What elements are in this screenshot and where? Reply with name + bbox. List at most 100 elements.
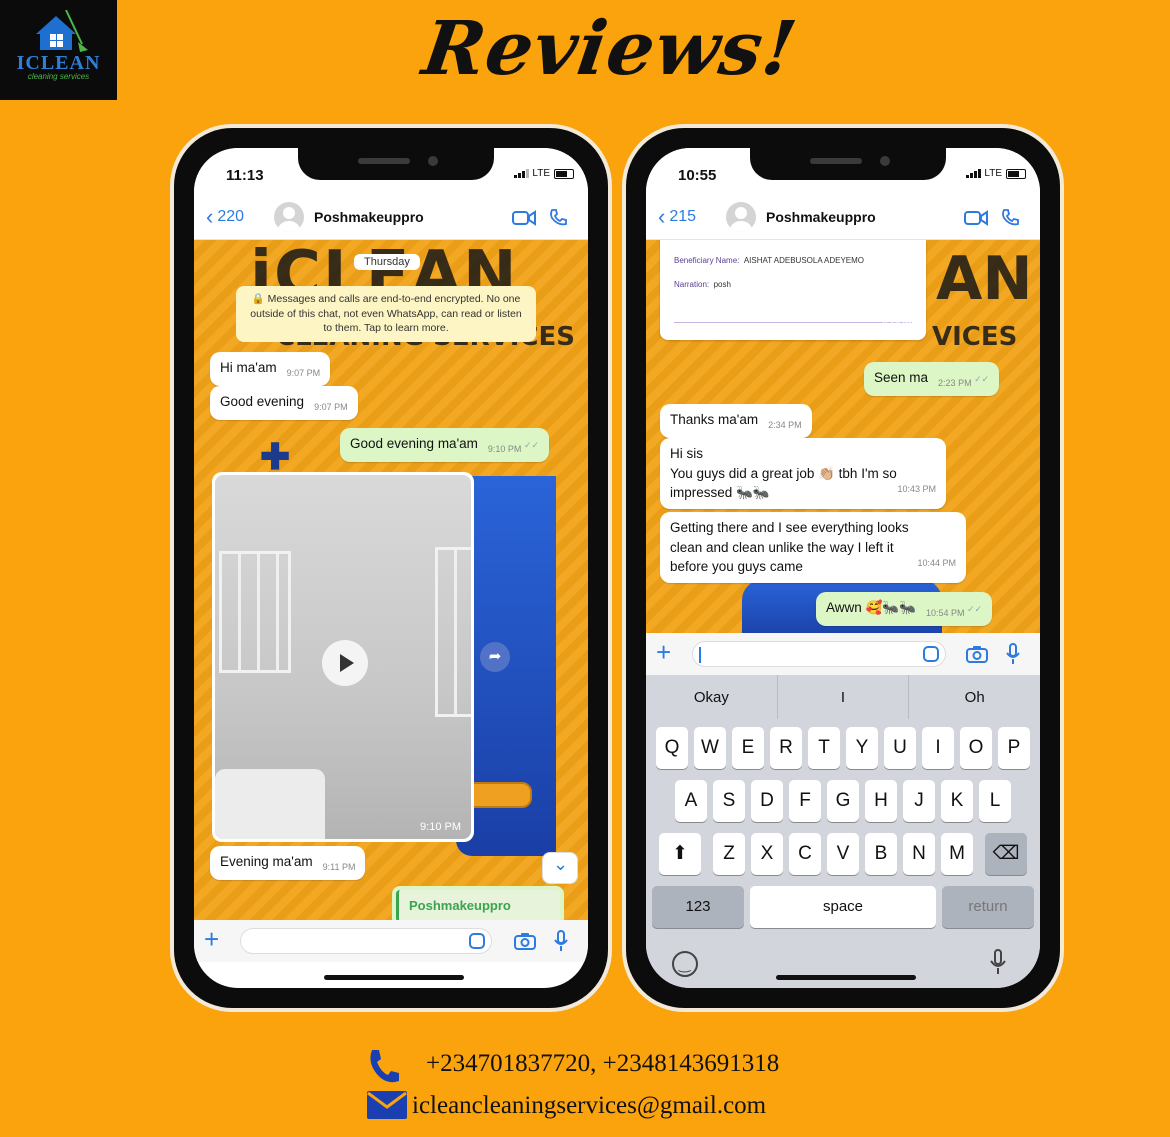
key[interactable]: Q	[656, 727, 688, 769]
message-incoming[interactable]: Getting there and I see everything looks…	[660, 512, 966, 583]
suggestion-item[interactable]: Oh	[909, 675, 1040, 719]
message-incoming[interactable]: Thanks ma'am 2:34 PM	[660, 404, 812, 439]
camera-icon[interactable]	[966, 645, 988, 663]
key[interactable]: V	[827, 833, 859, 875]
video-message[interactable]: 9:10 PM	[212, 472, 474, 842]
window-grill-image	[219, 551, 291, 673]
key[interactable]: H	[865, 780, 897, 822]
video-call-icon[interactable]	[512, 210, 536, 226]
shift-key-icon[interactable]: ⬆	[659, 833, 701, 875]
chevron-left-icon: ‹	[206, 204, 214, 229]
phone-numbers[interactable]: +234701837720, +2348143691318	[426, 1050, 779, 1078]
video-call-icon[interactable]	[964, 210, 988, 226]
unread-count: 220	[217, 208, 245, 225]
message-outgoing[interactable]: Awwn 🥰🐜🐜 10:54 PM ✓✓	[816, 592, 993, 627]
encryption-notice[interactable]: 🔒 Messages and calls are end-to-end encr…	[236, 286, 536, 343]
background-word-2: VICES	[932, 322, 1018, 352]
microphone-icon[interactable]	[1006, 643, 1020, 665]
key[interactable]: C	[789, 833, 821, 875]
battery-icon	[554, 168, 574, 179]
message-outgoing[interactable]: Good evening ma'am 9:10 PM ✓✓	[340, 428, 550, 463]
contact-name[interactable]: Poshmakeuppro	[314, 209, 424, 225]
message-incoming[interactable]: Evening ma'am 9:11 PM	[210, 846, 366, 881]
chat-area[interactable]: AN VICES Beneficiary Name: AISHAT ADEBUS…	[646, 240, 1040, 633]
plus-icon[interactable]: +	[656, 637, 671, 668]
numbers-key[interactable]: 123	[652, 886, 744, 928]
key-row-2: A S D F G H J K L	[646, 780, 1040, 822]
key[interactable]: O	[960, 727, 992, 769]
home-indicator	[324, 975, 464, 980]
contact-phones: +234701837720, +2348143691318	[366, 1048, 886, 1093]
key[interactable]: I	[922, 727, 954, 769]
emoji-icon[interactable]	[672, 951, 698, 977]
house-broom-icon	[36, 10, 88, 52]
page-title: Reviews!	[417, 6, 803, 92]
message-input[interactable]	[240, 928, 492, 954]
back-button[interactable]: ‹ 215	[658, 206, 696, 228]
read-receipt-icon: ✓✓	[521, 440, 540, 450]
sticker-icon[interactable]	[469, 933, 485, 949]
phone-notch	[750, 148, 946, 180]
contact-name[interactable]: Poshmakeuppro	[766, 209, 876, 225]
sticker-icon[interactable]	[923, 646, 939, 662]
brand-logo: ICLEAN cleaning services	[0, 0, 117, 100]
key[interactable]: R	[770, 727, 802, 769]
forward-icon[interactable]: ➦	[480, 642, 510, 672]
unread-count: 215	[669, 208, 697, 225]
backspace-key-icon[interactable]: ⌫	[985, 833, 1027, 875]
message-input[interactable]	[692, 641, 946, 667]
key[interactable]: K	[941, 780, 973, 822]
phone-screenshot-1: 11:13 LTE ‹ 220 Poshmakeuppro iCLEAN CLE…	[170, 124, 612, 1012]
key[interactable]: J	[903, 780, 935, 822]
key[interactable]: D	[751, 780, 783, 822]
scroll-down-button[interactable]	[542, 852, 578, 884]
avatar[interactable]	[274, 202, 304, 232]
key[interactable]: A	[675, 780, 707, 822]
message-incoming[interactable]: Good evening 9:07 PM	[210, 386, 358, 421]
message-incoming[interactable]: Hi ma'am 9:07 PM	[210, 352, 331, 387]
microphone-icon[interactable]	[554, 930, 568, 952]
receipt-label: Narration:	[674, 280, 710, 289]
key[interactable]: W	[694, 727, 726, 769]
return-key[interactable]: return	[942, 886, 1034, 928]
key[interactable]: F	[789, 780, 821, 822]
phone-call-icon[interactable]	[548, 208, 568, 228]
status-time: 11:13	[226, 167, 264, 184]
key[interactable]: Z	[713, 833, 745, 875]
text-cursor	[699, 647, 701, 663]
signal-bars-icon	[966, 169, 982, 178]
play-icon[interactable]	[322, 640, 368, 686]
key[interactable]: X	[751, 833, 783, 875]
space-key[interactable]: space	[750, 886, 936, 928]
phone-call-icon[interactable]	[1000, 208, 1020, 228]
avatar[interactable]	[726, 202, 756, 232]
email-address[interactable]: icleancleaningservices@gmail.com	[412, 1092, 766, 1120]
key[interactable]: G	[827, 780, 859, 822]
dictation-mic-icon[interactable]	[990, 949, 1006, 975]
key[interactable]: B	[865, 833, 897, 875]
message-incoming[interactable]: Hi sis You guys did a great job 👏🏼 tbh I…	[660, 438, 946, 509]
quoted-reply[interactable]: Poshmakeuppro	[392, 886, 564, 920]
camera-icon[interactable]	[514, 932, 536, 950]
receipt-time: 2:18 PM	[882, 320, 916, 330]
key[interactable]: P	[998, 727, 1030, 769]
suggestion-item[interactable]: Okay	[646, 675, 778, 719]
suggestion-item[interactable]: I	[778, 675, 910, 719]
day-label: Thursday	[354, 254, 420, 270]
chat-area[interactable]: iCLEAN CLEANING SERVICES ✚ Thursday 🔒 Me…	[194, 240, 588, 920]
key[interactable]: S	[713, 780, 745, 822]
transfer-receipt[interactable]: Beneficiary Name: AISHAT ADEBUSOLA ADEYE…	[660, 240, 926, 340]
key[interactable]: U	[884, 727, 916, 769]
key[interactable]: T	[808, 727, 840, 769]
key[interactable]: L	[979, 780, 1011, 822]
window-grill-image	[435, 547, 471, 717]
phone-icon	[370, 1050, 399, 1083]
battery-icon	[1006, 168, 1026, 179]
key[interactable]: E	[732, 727, 764, 769]
plus-icon[interactable]: +	[204, 924, 219, 955]
key[interactable]: Y	[846, 727, 878, 769]
key[interactable]: M	[941, 833, 973, 875]
message-outgoing[interactable]: Seen ma 2:23 PM ✓✓	[864, 362, 1000, 397]
key[interactable]: N	[903, 833, 935, 875]
back-button[interactable]: ‹ 220	[206, 206, 244, 228]
